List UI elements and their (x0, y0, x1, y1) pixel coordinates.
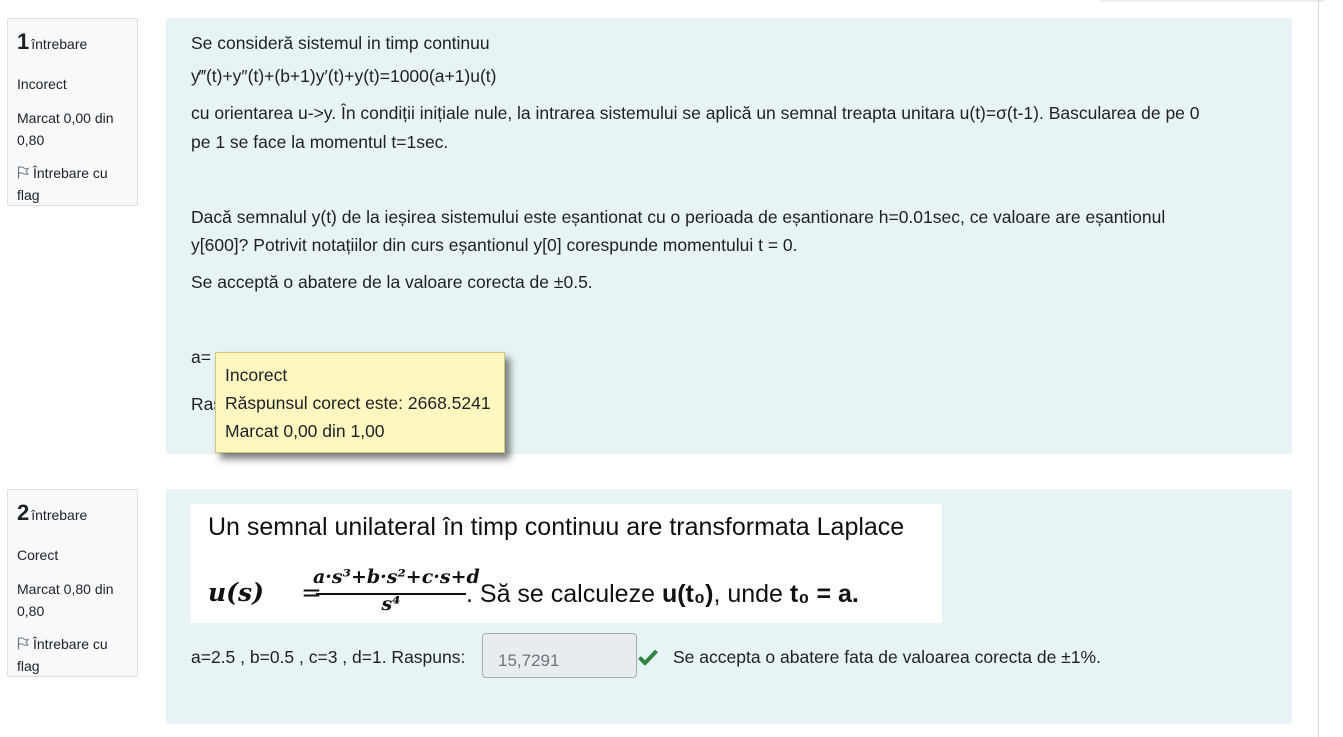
question-number: 1 întrebare (17, 29, 88, 54)
q1-text-line4: y[600]? Potrivit notațiilor din curs eșa… (191, 235, 798, 255)
q1-text-line3: Dacă semnalul y(t) de la ieșirea sistemu… (191, 207, 1166, 227)
formula-denominator: s⁴ (381, 593, 401, 615)
question-1-info: 1 întrebare Incorect Marcat 0,00 din 0,80… (7, 18, 138, 206)
q1-params-partial: a= (191, 347, 211, 367)
q2-tolerance-text: Se accepta o abatere fata de valoarea co… (673, 647, 1101, 667)
feedback-tooltip: Incorect Răspunsul corect este: 2668.524… (215, 352, 505, 453)
top-edge-shadow (1100, 0, 1325, 3)
question-number: 2 întrebare (17, 500, 88, 525)
tooltip-correct-answer: Răspunsul corect este: 2668.5241 (225, 393, 491, 413)
check-icon (638, 649, 658, 666)
formula-text: . Să se calculeze u(t₀), unde t₀ = a. (466, 580, 859, 608)
tooltip-grade: Marcat 0,00 din 1,00 (225, 421, 385, 441)
flag-question-link[interactable]: Întrebare cu flag (17, 633, 132, 677)
question-grade: Marcat 0,00 din 0,80 (17, 110, 114, 148)
question-image: Un semnal unilateral în timp continuu ar… (191, 504, 942, 623)
page-divider (1318, 0, 1319, 737)
flag-icon (17, 637, 29, 650)
q1-text-line2: pe 1 se face la momentul t=1sec. (191, 132, 449, 152)
q1-text-line1: cu orientarea u->y. În condiții inițiale… (191, 103, 1200, 123)
answer-input[interactable] (482, 633, 637, 678)
q1-intro-text: Se consideră sistemul in timp continuu (191, 33, 490, 53)
flag-question-link[interactable]: Întrebare cu flag (17, 162, 132, 206)
formula-lhs: u(s) (208, 578, 264, 607)
question-state: Corect (17, 547, 59, 563)
tooltip-state: Incorect (225, 365, 288, 385)
flag-icon (17, 166, 29, 179)
q2-params-label: a=2.5 , b=0.5 , c=3 , d=1. Raspuns: (191, 647, 466, 667)
formula-numerator: a·s³+b·s²+c·s+d (313, 566, 480, 588)
question-grade: Marcat 0,80 din 0,80 (17, 581, 114, 619)
q1-text-line5: Se acceptă o abatere de la valoare corec… (191, 272, 593, 292)
question-state: Incorect (17, 76, 67, 92)
q1-equation: y‴(t)+y″(t)+(b+1)y′(t)+y(t)=1000(a+1)u(t… (191, 66, 497, 86)
question-2-info: 2 întrebare Corect Marcat 0,80 din 0,80 Î… (7, 489, 138, 677)
image-title: Un semnal unilateral în timp continuu ar… (208, 513, 905, 541)
image-formula: u(s) = a·s³+b·s²+c·s+d s⁴ . Să se calcul… (208, 564, 928, 620)
